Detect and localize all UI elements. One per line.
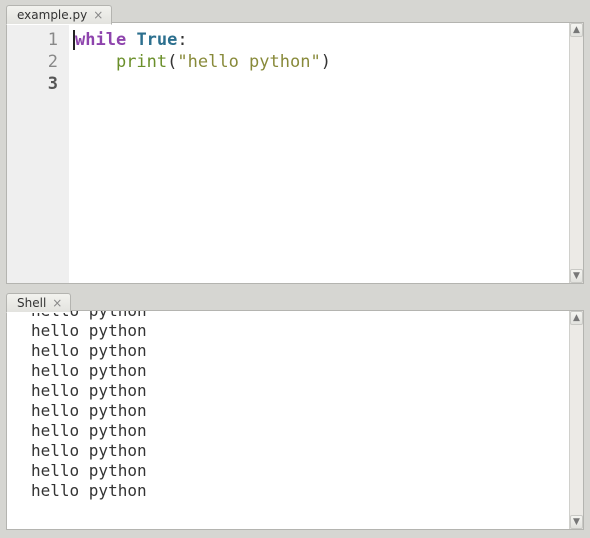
shell-output-line: hello python	[31, 311, 563, 321]
shell-output-line: hello python	[31, 461, 563, 481]
editor-tab[interactable]: example.py ×	[6, 5, 112, 25]
shell-output-line: hello python	[31, 341, 563, 361]
scroll-up-icon[interactable]: ▲	[570, 23, 583, 37]
line-number: 1	[7, 29, 68, 51]
shell-tab-close-icon[interactable]: ×	[52, 297, 62, 309]
shell-output-line: hello python	[31, 401, 563, 421]
code-token: )	[321, 52, 331, 72]
line-number: 3	[7, 73, 68, 95]
code-token: while	[75, 30, 126, 50]
code-token: :	[177, 30, 187, 50]
code-token: (	[167, 52, 177, 72]
editor-tab-close-icon[interactable]: ×	[93, 9, 103, 21]
shell-output-line: hello python	[31, 441, 563, 461]
code-token	[75, 52, 116, 72]
editor-tab-label: example.py	[17, 8, 87, 22]
scroll-down-icon[interactable]: ▼	[570, 515, 583, 529]
shell-output-line: hello python	[31, 421, 563, 441]
editor-gutter: 123	[7, 23, 69, 283]
code-token: "hello python"	[177, 52, 320, 72]
code-token: True	[136, 30, 177, 50]
shell-scrollbar[interactable]: ▲ ▼	[569, 311, 583, 529]
code-token: print	[116, 52, 167, 72]
shell-output[interactable]: hello pythonhello pythonhello pythonhell…	[7, 311, 569, 529]
shell-output-line: hello python	[31, 321, 563, 341]
code-token	[126, 30, 136, 50]
scroll-down-icon[interactable]: ▼	[570, 269, 583, 283]
shell-output-line: hello python	[31, 361, 563, 381]
editor-scrollbar[interactable]: ▲ ▼	[569, 23, 583, 283]
editor-code-area[interactable]: while True: print("hello python")	[69, 23, 569, 283]
shell-tab[interactable]: Shell ×	[6, 293, 71, 313]
shell-output-line: hello python	[31, 481, 563, 501]
shell-tab-label: Shell	[17, 296, 46, 310]
shell-output-line: hello python	[31, 381, 563, 401]
editor-pane: 123 while True: print("hello python") ▲ …	[6, 22, 584, 284]
line-number: 2	[7, 51, 68, 73]
scroll-up-icon[interactable]: ▲	[570, 311, 583, 325]
shell-pane: hello pythonhello pythonhello pythonhell…	[6, 310, 584, 530]
